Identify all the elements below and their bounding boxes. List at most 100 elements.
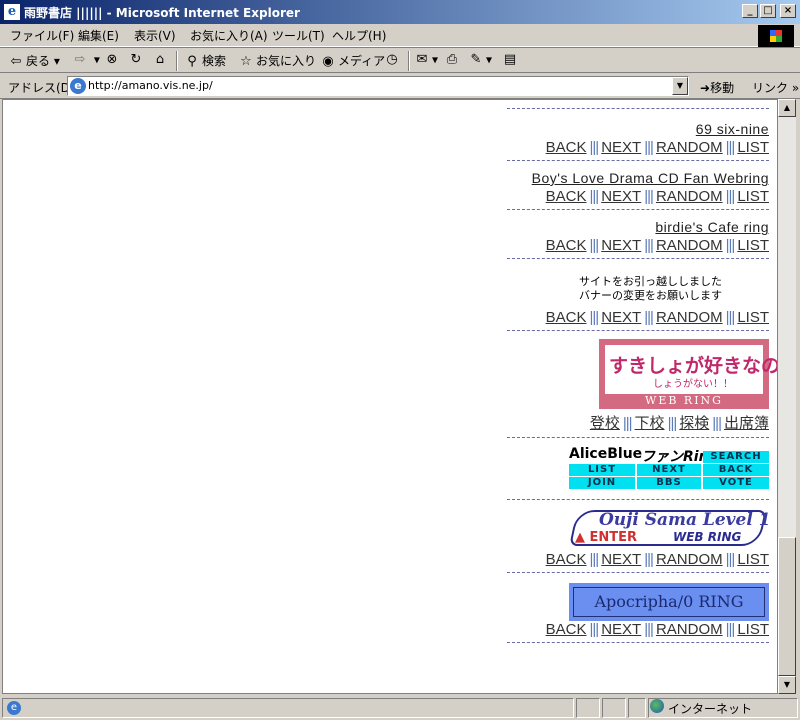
title-bar: e 雨野書店 |||||| - Microsoft Internet Explo… — [0, 0, 800, 24]
discuss-icon: ▤ — [503, 52, 517, 67]
stop-button[interactable]: ⊗ — [104, 52, 122, 68]
menu-edit[interactable]: 編集(E) — [78, 27, 119, 44]
aliceblue-ring-banner[interactable]: AliceBlue ファンRing SEARCH LIST NEXT BACK … — [569, 446, 769, 490]
ring-nav-8: BACK ||| NEXT ||| RANDOM ||| LIST — [545, 621, 769, 638]
ring2-next-link[interactable]: NEXT — [601, 188, 641, 205]
ring2-random-link[interactable]: RANDOM — [656, 188, 723, 205]
internet-globe-icon — [650, 699, 664, 713]
security-zone-label: インターネット — [668, 702, 753, 716]
menu-file[interactable]: ファイル(F) — [10, 27, 74, 44]
address-input[interactable]: e http://amano.vis.ne.jp/ ▼ — [67, 76, 689, 96]
ring2-back-link[interactable]: BACK — [546, 188, 587, 205]
ring4-list-link[interactable]: LIST — [737, 309, 769, 326]
ring8-random-link[interactable]: RANDOM — [656, 621, 723, 638]
links-button[interactable]: リンク » — [752, 79, 799, 96]
mail-button[interactable]: ✉ ▾ — [414, 52, 438, 68]
window-title: 雨野書店 |||||| - Microsoft Internet Explore… — [24, 6, 300, 20]
sukisho-webring-banner[interactable]: すきしょが好きなのは しょうがない！！ WEB RING — [599, 339, 777, 409]
address-url[interactable]: http://amano.vis.ne.jp/ — [88, 79, 213, 92]
apocripha-ring-banner[interactable]: Apocripha/0 RING — [569, 583, 769, 621]
ring1-next-link[interactable]: NEXT — [601, 139, 641, 156]
back-button[interactable]: ⇦ 戻る ▾ — [8, 52, 60, 70]
status-text-panel: e — [2, 698, 574, 718]
edit-icon: ✎ — [470, 52, 482, 67]
ring7-back-link[interactable]: BACK — [546, 551, 587, 568]
ring2-list-link[interactable]: LIST — [737, 188, 769, 205]
menu-tools[interactable]: ツール(T) — [272, 27, 325, 44]
ie-page-icon: e — [4, 4, 20, 20]
scroll-up-button[interactable]: ▲ — [778, 99, 796, 117]
alice-bbs-cell[interactable]: BBS — [637, 476, 701, 489]
print-icon: ⎙ — [446, 52, 458, 67]
status-panel — [576, 698, 600, 718]
ring5-login-link[interactable]: 登校 — [590, 415, 620, 432]
ring5-logout-link[interactable]: 下校 — [635, 415, 665, 432]
ring3-back-link[interactable]: BACK — [546, 237, 587, 254]
ring7-list-link[interactable]: LIST — [737, 551, 769, 568]
maximize-button[interactable]: □ — [760, 4, 776, 18]
history-button[interactable]: ◷ — [384, 52, 402, 68]
page-done-icon: e — [7, 701, 21, 715]
ring4-back-link[interactable]: BACK — [546, 309, 587, 326]
print-button[interactable]: ⎙ — [444, 52, 462, 68]
ring5-attendance-link[interactable]: 出席簿 — [724, 415, 769, 432]
toolbar-separator — [408, 51, 410, 71]
alice-search-cell[interactable]: SEARCH — [703, 450, 769, 463]
ring7-random-link[interactable]: RANDOM — [656, 551, 723, 568]
scroll-down-button[interactable]: ▼ — [778, 676, 796, 694]
ring8-list-link[interactable]: LIST — [737, 621, 769, 638]
forward-button[interactable]: ⇨ ▾ — [72, 52, 100, 68]
alice-next-cell[interactable]: NEXT — [637, 463, 701, 476]
close-button[interactable]: × — [780, 4, 796, 18]
moved-notice: サイトをお引っ越ししました バナーの変更をお願いします — [579, 275, 722, 302]
ring1-random-link[interactable]: RANDOM — [656, 139, 723, 156]
alice-back-cell[interactable]: BACK — [703, 463, 769, 476]
history-icon: ◷ — [386, 52, 398, 67]
ring4-random-link[interactable]: RANDOM — [656, 309, 723, 326]
home-button[interactable]: ⌂ — [152, 52, 170, 68]
menu-help[interactable]: ヘルプ(H) — [332, 27, 386, 44]
refresh-button[interactable]: ↻ — [128, 52, 146, 68]
ring7-next-link[interactable]: NEXT — [601, 551, 641, 568]
alice-list-cell[interactable]: LIST — [569, 463, 635, 476]
go-arrow-icon: ➜ — [700, 81, 711, 95]
alice-join-cell[interactable]: JOIN — [569, 476, 635, 489]
address-dropdown-button[interactable]: ▼ — [672, 77, 688, 95]
ouji-sama-webring-banner[interactable]: Ouji Sama Level 1 ▲ ENTER WEB RING — [569, 508, 771, 550]
toolbar: ⇦ 戻る ▾ ⇨ ▾ ⊗ ↻ ⌂ ⚲ 検索 ☆ お気に入り ◉ メディア ◷ ✉ ▾ ⎙ … — [0, 47, 800, 73]
go-button[interactable]: ➜移動 — [700, 79, 734, 96]
refresh-icon: ↻ — [130, 52, 142, 67]
divider — [507, 108, 769, 109]
scroll-thumb[interactable] — [778, 537, 796, 676]
media-button[interactable]: ◉ メディア — [320, 52, 385, 70]
ring1-list-link[interactable]: LIST — [737, 139, 769, 156]
menu-view[interactable]: 表示(V) — [134, 27, 176, 44]
favorites-icon: ☆ — [240, 53, 252, 69]
favorites-button[interactable]: ☆ お気に入り — [238, 52, 316, 70]
menu-favorites[interactable]: お気に入り(A) — [190, 27, 268, 44]
divider — [507, 437, 769, 438]
back-arrow-icon: ⇦ — [10, 53, 22, 69]
ring8-back-link[interactable]: BACK — [546, 621, 587, 638]
ring5-explore-link[interactable]: 探検 — [679, 415, 709, 432]
vertical-scrollbar[interactable]: ▲ ▼ — [778, 99, 796, 694]
ring3-next-link[interactable]: NEXT — [601, 237, 641, 254]
ring8-next-link[interactable]: NEXT — [601, 621, 641, 638]
ring-title-69-six-nine[interactable]: 69 six-nine — [499, 121, 769, 137]
discuss-button[interactable]: ▤ — [502, 52, 520, 68]
ring3-random-link[interactable]: RANDOM — [656, 237, 723, 254]
ring-title-bl-drama-cd[interactable]: Boy's Love Drama CD Fan Webring — [499, 170, 769, 186]
search-icon: ⚲ — [187, 53, 197, 69]
minimize-button[interactable]: _ — [742, 4, 758, 18]
alice-vote-cell[interactable]: VOTE — [703, 476, 769, 489]
ring-nav-1: BACK ||| NEXT ||| RANDOM ||| LIST — [545, 139, 769, 156]
ring3-list-link[interactable]: LIST — [737, 237, 769, 254]
edit-button[interactable]: ✎ ▾ — [468, 52, 492, 68]
ring-nav-5: 登校 ||| 下校 ||| 探検 ||| 出席簿 — [589, 415, 769, 432]
ring-title-birdies-cafe[interactable]: birdie's Cafe ring — [499, 219, 769, 235]
divider — [507, 330, 769, 331]
ring1-back-link[interactable]: BACK — [546, 139, 587, 156]
search-button[interactable]: ⚲ 検索 — [184, 52, 226, 70]
ring-nav-2: BACK ||| NEXT ||| RANDOM ||| LIST — [545, 188, 769, 205]
ring4-next-link[interactable]: NEXT — [601, 309, 641, 326]
